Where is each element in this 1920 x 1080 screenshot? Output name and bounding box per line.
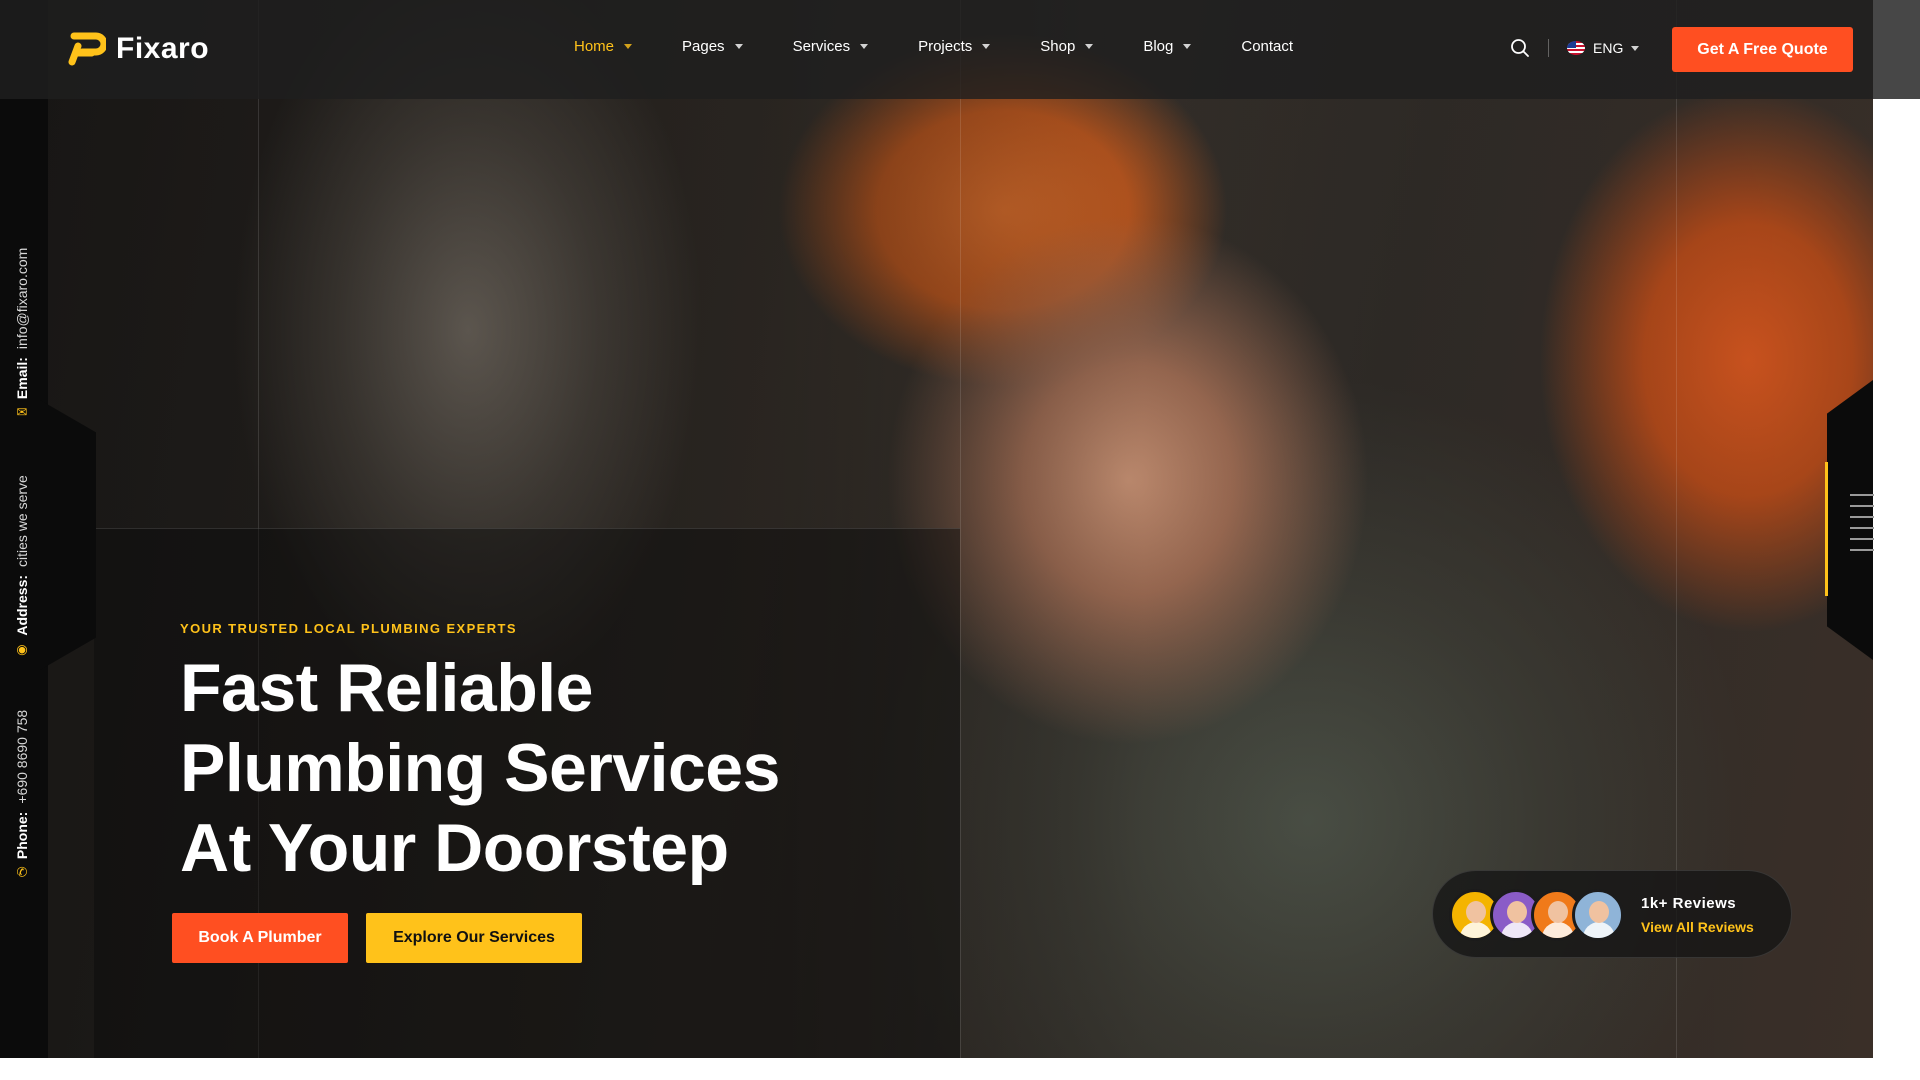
us-flag-icon bbox=[1567, 41, 1585, 55]
chevron-down-icon bbox=[734, 44, 743, 49]
slider-active-indicator bbox=[1825, 462, 1828, 596]
divider bbox=[1548, 39, 1549, 57]
avatar bbox=[1572, 889, 1624, 941]
slider-tick[interactable] bbox=[1850, 527, 1874, 529]
main-nav: Home Pages Services Projects Shop Blog C… bbox=[574, 38, 1343, 55]
nav-item-pages[interactable]: Pages bbox=[682, 38, 743, 55]
chevron-down-icon bbox=[860, 44, 869, 49]
sidebar-notch bbox=[40, 400, 96, 670]
view-all-reviews-link[interactable]: View All Reviews bbox=[1641, 919, 1754, 935]
language-label: ENG bbox=[1593, 40, 1624, 56]
nav-item-shop[interactable]: Shop bbox=[1040, 38, 1094, 55]
book-plumber-button[interactable]: Book A Plumber bbox=[172, 913, 348, 963]
slider-tick[interactable] bbox=[1850, 516, 1874, 518]
logo-icon bbox=[68, 32, 106, 66]
nav-item-home[interactable]: Home bbox=[574, 38, 633, 55]
nav-tools: ENG bbox=[1510, 38, 1640, 58]
reviewer-avatars bbox=[1449, 889, 1624, 941]
nav-label: Blog bbox=[1143, 38, 1174, 55]
phone-label: Phone: bbox=[14, 811, 30, 860]
email-value: info@fixaro.com bbox=[14, 247, 30, 350]
slider-tick[interactable] bbox=[1850, 494, 1874, 496]
nav-label: Pages bbox=[682, 38, 725, 55]
nav-label: Shop bbox=[1040, 38, 1076, 55]
location-pin-icon: ◉ bbox=[16, 641, 28, 657]
nav-item-projects[interactable]: Projects bbox=[918, 38, 991, 55]
address-value: cities we serve bbox=[14, 475, 30, 567]
slider-tick[interactable] bbox=[1850, 549, 1874, 551]
nav-label: Projects bbox=[918, 38, 973, 55]
headline-line: At Your Doorstep bbox=[180, 810, 729, 886]
grid-line bbox=[48, 528, 960, 529]
chevron-down-icon bbox=[1631, 45, 1640, 51]
headline-line: Fast Reliable bbox=[180, 650, 594, 726]
language-selector[interactable]: ENG bbox=[1567, 40, 1640, 56]
sidebar-address[interactable]: ◉ Address: cities we serve bbox=[14, 475, 30, 657]
reviews-count: 1k+ Reviews bbox=[1641, 895, 1737, 912]
brand-name: Fixaro bbox=[116, 32, 210, 65]
nav-item-contact[interactable]: Contact bbox=[1241, 38, 1293, 55]
nav-label: Services bbox=[792, 38, 851, 55]
grid-line bbox=[960, 0, 961, 1058]
mail-icon: ✉ bbox=[16, 404, 28, 420]
slider-pagination[interactable] bbox=[1850, 494, 1874, 551]
brand-logo[interactable]: Fixaro bbox=[68, 32, 209, 66]
headline-line: Plumbing Services bbox=[180, 730, 780, 806]
email-label: Email: bbox=[14, 357, 30, 400]
nav-item-blog[interactable]: Blog bbox=[1143, 38, 1192, 55]
chevron-down-icon bbox=[982, 44, 991, 49]
nav-item-services[interactable]: Services bbox=[793, 38, 869, 55]
nav-label: Home bbox=[574, 38, 615, 55]
search-icon[interactable] bbox=[1510, 38, 1530, 58]
hero-headline: Fast Reliable Plumbing Services At Your … bbox=[180, 648, 960, 888]
explore-services-button[interactable]: Explore Our Services bbox=[366, 913, 582, 963]
address-label: Address: bbox=[14, 574, 30, 636]
sidebar-phone[interactable]: ✆ Phone: +690 8690 758 bbox=[14, 710, 30, 880]
reviews-card: 1k+ Reviews View All Reviews bbox=[1432, 870, 1792, 958]
sidebar-email[interactable]: ✉ Email: info@fixaro.com bbox=[14, 248, 30, 420]
top-navbar: Fixaro Home Pages Services Projects Shop… bbox=[0, 0, 1920, 99]
chevron-down-icon bbox=[624, 44, 633, 49]
get-quote-button[interactable]: Get A Free Quote bbox=[1672, 27, 1853, 72]
chevron-down-icon bbox=[1183, 44, 1192, 49]
nav-label: Contact bbox=[1241, 38, 1294, 55]
chevron-down-icon bbox=[1085, 44, 1094, 49]
hero-eyebrow: YOUR TRUSTED LOCAL PLUMBING EXPERTS bbox=[180, 621, 517, 636]
slider-tick[interactable] bbox=[1850, 538, 1874, 540]
slider-tick[interactable] bbox=[1850, 505, 1874, 507]
phone-value: +690 8690 758 bbox=[14, 709, 30, 804]
phone-icon: ✆ bbox=[16, 864, 28, 880]
